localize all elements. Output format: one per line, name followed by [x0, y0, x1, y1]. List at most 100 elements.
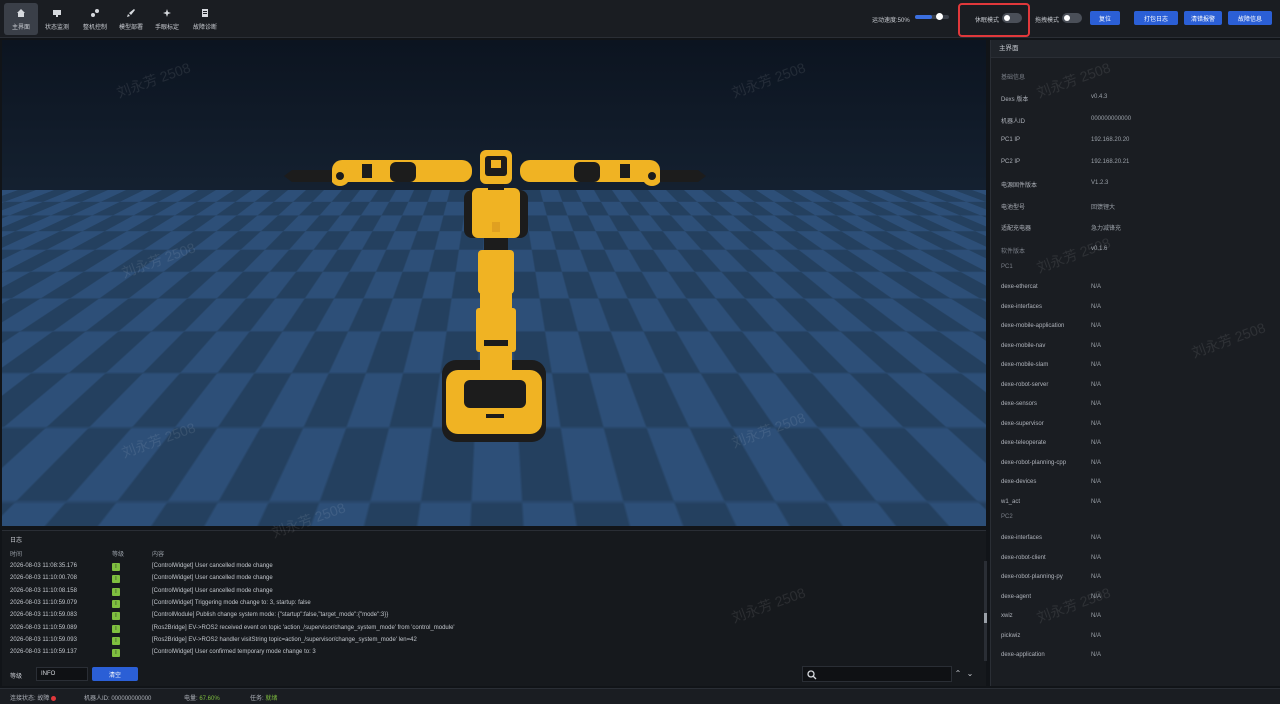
log-time: 2026-08-03 11:10:59.093 [10, 637, 77, 643]
sleep-mode-label: 休眠模式 [975, 15, 999, 24]
info-key: 电源固件版本 [1001, 180, 1037, 189]
log-time: 2026-08-03 11:10:59.079 [10, 600, 77, 606]
info-key: dexe-robot-server [1001, 382, 1048, 388]
info-value: N/A [1091, 499, 1101, 505]
search-next-icon[interactable]: ⌄ [964, 667, 976, 681]
info-panel: 主界面 基础信息 Dexs 版本 v0.4.3 机器人ID 000000000000 P… [990, 40, 1280, 686]
info-key: dexe-robot-planning-cpp [1001, 460, 1066, 466]
col-content: 内容 [152, 549, 164, 558]
log-content: [ControlWidget] User cancelled mode chan… [152, 588, 273, 594]
drag-mode-toggle[interactable] [1062, 13, 1082, 23]
log-level-badge: I [112, 625, 120, 633]
info-key: dexe-mobile-application [1001, 323, 1064, 329]
info-key: dexe-robot-client [1001, 555, 1046, 561]
status-dot-icon [51, 696, 56, 701]
info-value: 回馈锂大 [1091, 202, 1115, 211]
task-status: 任务: 就绪 [250, 693, 277, 702]
info-value: N/A [1091, 460, 1101, 466]
pack-log-button[interactable]: 打包日志 [1134, 11, 1178, 25]
pc1-label: PC1 [1001, 264, 1013, 270]
monitor-icon [51, 7, 63, 19]
info-key: dexe-interfaces [1001, 535, 1042, 541]
rocket-icon [125, 7, 137, 19]
log-content: [Ros2Bridge] EV->ROS2 received event on … [152, 625, 455, 631]
toolbar-robot-control[interactable]: 整机控制 [78, 3, 112, 35]
log-row[interactable]: 2026-08-03 11:10:59.137 I [ControlWidget] … [2, 647, 982, 659]
status-bar: 连接状态: 故障 机器人ID: 000000000000 电量: 67.60% … [0, 688, 1280, 704]
log-time: 2026-08-03 11:10:59.089 [10, 625, 77, 631]
info-value: N/A [1091, 633, 1101, 639]
info-value: N/A [1091, 421, 1101, 427]
info-value: N/A [1091, 535, 1101, 541]
speed-slider-fill [915, 15, 932, 19]
info-key: dexe-mobile-nav [1001, 343, 1045, 349]
log-search-input[interactable] [802, 666, 952, 682]
info-value: v0.4.3 [1091, 94, 1107, 100]
col-level: 等级 [112, 549, 124, 558]
col-time: 时间 [10, 549, 22, 558]
conn-status: 连接状态: 故障 [10, 693, 56, 702]
log-row[interactable]: 2026-08-03 11:10:59.093 I [Ros2Bridge] EV-… [2, 635, 982, 647]
info-value: N/A [1091, 284, 1101, 290]
info-value: 000000000000 [1091, 116, 1131, 122]
sleep-mode-toggle[interactable] [1002, 13, 1022, 23]
toolbar-fault-diagnosis[interactable]: 故障诊断 [188, 3, 222, 35]
info-value: N/A [1091, 401, 1101, 407]
toolbar-model-deploy[interactable]: 模型部署 [114, 3, 148, 35]
clear-log-button[interactable]: 清空 [92, 667, 138, 681]
diagnose-icon [199, 7, 211, 19]
info-value: N/A [1091, 555, 1101, 561]
log-level-badge: I [112, 588, 120, 596]
info-value: 192.168.20.20 [1091, 137, 1129, 143]
log-time: 2026-08-03 11:10:00.708 [10, 575, 77, 581]
robot-3d-viewport[interactable] [2, 40, 986, 526]
level-filter-select[interactable]: INFO [36, 667, 88, 681]
search-prev-icon[interactable]: ⌃ [952, 667, 964, 681]
log-content: [ControlWidget] User cancelled mode chan… [152, 575, 273, 581]
info-value: N/A [1091, 652, 1101, 658]
speed-slider[interactable] [915, 15, 949, 19]
log-row[interactable]: 2026-08-03 11:10:00.708 I [ControlWidget] … [2, 573, 982, 585]
robot-model [2, 40, 986, 526]
log-row[interactable]: 2026-08-03 11:10:59.089 I [Ros2Bridge] EV-… [2, 623, 982, 635]
log-level-badge: I [112, 649, 120, 657]
log-title: 日志 [10, 535, 22, 544]
toolbar-status-monitor[interactable]: 状态监测 [40, 3, 74, 35]
software-version-value: v0.1.6 [1091, 246, 1107, 252]
log-scroll-thumb[interactable] [984, 613, 987, 623]
info-value: N/A [1091, 343, 1101, 349]
info-key: w1_act [1001, 499, 1020, 505]
info-value: N/A [1091, 362, 1101, 368]
toggle-knob [1064, 15, 1070, 21]
pc2-label: PC2 [1001, 514, 1013, 520]
panel-title: 主界面 [991, 40, 1280, 58]
info-key: xwiz [1001, 613, 1013, 619]
basic-info-section: 基础信息 [1001, 72, 1025, 81]
log-row[interactable]: 2026-08-03 11:08:35.176 I [ControlWidget] … [2, 561, 982, 573]
top-toolbar: 主界面 状态监测 整机控制 模型部署 手眼标定 故障诊断 运动速度:50% 休眠… [0, 0, 1280, 38]
info-value: N/A [1091, 304, 1101, 310]
clear-fault-button[interactable]: 清错报警 [1184, 11, 1222, 25]
info-key: 电池型号 [1001, 202, 1025, 211]
info-key: dexe-robot-planning-py [1001, 574, 1063, 580]
log-level-badge: I [112, 612, 120, 620]
toolbar-hand-eye-calibration[interactable]: 手眼标定 [150, 3, 184, 35]
drag-mode-label: 拖拽模式 [1035, 15, 1059, 24]
speed-slider-knob[interactable] [936, 13, 943, 20]
log-row[interactable]: 2026-08-03 11:10:59.083 I [ControlModule] … [2, 610, 982, 622]
info-key: dexe-agent [1001, 594, 1031, 600]
log-scrollbar[interactable] [984, 561, 987, 661]
robot-id-status: 机器人ID: 000000000000 [84, 693, 151, 702]
info-value: N/A [1091, 479, 1101, 485]
info-key: pickwiz [1001, 633, 1020, 639]
log-header: 时间 等级 内容 [2, 549, 986, 559]
info-value: N/A [1091, 574, 1101, 580]
log-row[interactable]: 2026-08-03 11:10:59.079 I [ControlWidget] … [2, 598, 982, 610]
info-key: PC1 IP [1001, 137, 1020, 143]
info-key: PC2 IP [1001, 159, 1020, 165]
fault-info-button[interactable]: 故障信息 [1228, 11, 1272, 25]
toolbar-home[interactable]: 主界面 [4, 3, 38, 35]
log-row[interactable]: 2026-08-03 11:10:08.158 I [ControlWidget] … [2, 586, 982, 598]
log-time: 2026-08-03 11:10:59.083 [10, 612, 77, 618]
reset-button[interactable]: 复位 [1090, 11, 1120, 25]
